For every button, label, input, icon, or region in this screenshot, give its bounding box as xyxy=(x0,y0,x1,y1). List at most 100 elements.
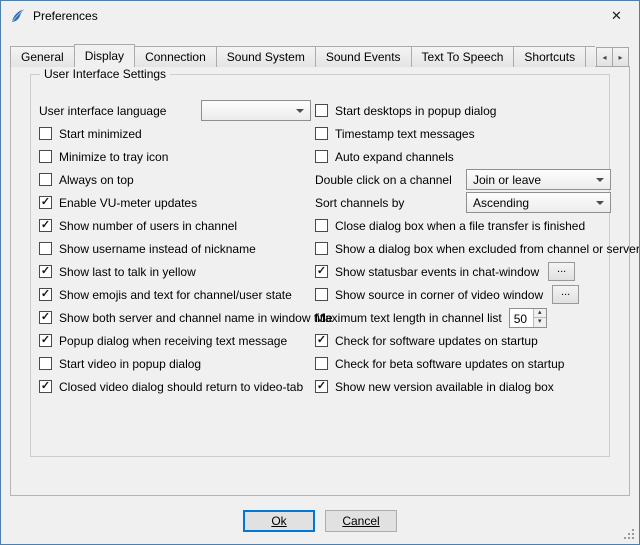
settings-row: Start video in popup dialog xyxy=(39,352,311,375)
spinner-arrows: ▴▾ xyxy=(533,309,546,327)
tab-scroll-left-icon[interactable]: ◂ xyxy=(596,47,613,67)
more-button[interactable]: ... xyxy=(552,285,579,304)
checkbox-start-minimized[interactable]: Start minimized xyxy=(39,127,142,141)
checkbox-enable-vu-meter-updates[interactable]: ✓Enable VU-meter updates xyxy=(39,196,197,210)
tab-display[interactable]: Display xyxy=(74,44,135,67)
checkbox-box[interactable] xyxy=(315,357,328,370)
user-interface-language-dropdown[interactable] xyxy=(201,100,311,121)
cancel-button[interactable]: Cancel xyxy=(325,510,397,532)
checkbox-label: Minimize to tray icon xyxy=(59,150,168,164)
checkbox-show-username-instead-of-nickname[interactable]: Show username instead of nickname xyxy=(39,242,256,256)
checkbox-label: Start minimized xyxy=(59,127,142,141)
settings-row: Start minimized xyxy=(39,122,311,145)
settings-row: Auto expand channels xyxy=(315,145,611,168)
checkbox-box[interactable]: ✓ xyxy=(39,380,52,393)
checkbox-box[interactable] xyxy=(315,288,328,301)
checkbox-show-both-server-and-channel-name-in-window-title[interactable]: ✓Show both server and channel name in wi… xyxy=(39,311,333,325)
checkbox-auto-expand-channels[interactable]: Auto expand channels xyxy=(315,150,454,164)
checkbox-box[interactable] xyxy=(315,104,328,117)
checkbox-box[interactable]: ✓ xyxy=(315,380,328,393)
checkbox-label: Show statusbar events in chat-window xyxy=(335,265,539,279)
tab-scroller: ◂ ▸ xyxy=(597,47,629,67)
tab-text-to-speech[interactable]: Text To Speech xyxy=(411,46,515,67)
tab-sound-system[interactable]: Sound System xyxy=(216,46,316,67)
settings-row: Show a dialog box when excluded from cha… xyxy=(315,237,611,260)
dropdown-sort-channels-by[interactable]: Ascending xyxy=(466,192,611,213)
checkbox-box[interactable]: ✓ xyxy=(39,219,52,232)
checkbox-show-source-in-corner-of-video-window[interactable]: Show source in corner of video window xyxy=(315,288,543,302)
checkbox-show-last-to-talk-in-yellow[interactable]: ✓Show last to talk in yellow xyxy=(39,265,196,279)
checkbox-box[interactable]: ✓ xyxy=(315,334,328,347)
checkbox-label: Show source in corner of video window xyxy=(335,288,543,302)
checkbox-box[interactable] xyxy=(315,242,328,255)
checkbox-box[interactable] xyxy=(39,173,52,186)
more-button[interactable]: ... xyxy=(548,262,575,281)
checkbox-box[interactable]: ✓ xyxy=(39,334,52,347)
checkbox-check-for-software-updates-on-startup[interactable]: ✓ Check for software updates on startup xyxy=(315,334,538,348)
combo-value: Join or leave xyxy=(473,173,592,187)
spinner-down-icon[interactable]: ▾ xyxy=(534,318,546,327)
checkbox-closed-video-dialog-should-return-to-video-tab[interactable]: ✓Closed video dialog should return to vi… xyxy=(39,380,303,394)
dropdown-double-click-on-a-channel[interactable]: Join or leave xyxy=(466,169,611,190)
combo-value: Ascending xyxy=(473,196,592,210)
settings-row: Start desktops in popup dialog xyxy=(315,99,611,122)
settings-row: Timestamp text messages xyxy=(315,122,611,145)
settings-row: ✓Closed video dialog should return to vi… xyxy=(39,375,311,398)
tab-connection[interactable]: Connection xyxy=(134,46,217,67)
tab-sound-events[interactable]: Sound Events xyxy=(315,46,412,67)
checkbox-start-video-in-popup-dialog[interactable]: Start video in popup dialog xyxy=(39,357,201,371)
checkbox-box[interactable] xyxy=(39,242,52,255)
settings-row: Check for beta software updates on start… xyxy=(315,352,611,375)
language-row: User interface language xyxy=(39,99,311,122)
checkbox-box[interactable]: ✓ xyxy=(39,311,52,324)
tab-shortcuts[interactable]: Shortcuts xyxy=(513,46,586,67)
checkbox-show-number-of-users-in-channel[interactable]: ✓ Show number of users in channel xyxy=(39,219,237,233)
settings-row: ✓ Show statusbar events in chat-window... xyxy=(315,260,611,283)
settings-row: Close dialog box when a file transfer is… xyxy=(315,214,611,237)
spinner-up-icon[interactable]: ▴ xyxy=(534,309,546,319)
app-feather-icon xyxy=(10,8,26,24)
tab-general[interactable]: General xyxy=(10,46,75,67)
checkbox-box[interactable] xyxy=(39,127,52,140)
tab-bar: GeneralDisplayConnectionSound SystemSoun… xyxy=(10,43,595,67)
checkbox-minimize-to-tray-icon[interactable]: Minimize to tray icon xyxy=(39,150,168,164)
field-label: Double click on a channel xyxy=(315,173,452,187)
close-icon[interactable]: ✕ xyxy=(594,1,639,30)
settings-row: ✓ Check for software updates on startup xyxy=(315,329,611,352)
checkbox-label: Check for software updates on startup xyxy=(335,334,538,348)
checkbox-check-for-beta-software-updates-on-startup[interactable]: Check for beta software updates on start… xyxy=(315,357,564,371)
resize-grip[interactable] xyxy=(623,528,636,541)
checkbox-box[interactable]: ✓ xyxy=(315,265,328,278)
checkbox-always-on-top[interactable]: Always on top xyxy=(39,173,134,187)
checkbox-box[interactable] xyxy=(39,357,52,370)
checkbox-box[interactable] xyxy=(315,150,328,163)
checkbox-label: Show number of users in channel xyxy=(59,219,237,233)
checkbox-label: Check for beta software updates on start… xyxy=(335,357,564,371)
checkbox-box[interactable]: ✓ xyxy=(39,196,52,209)
checkbox-box[interactable]: ✓ xyxy=(39,265,52,278)
tab-scroll-right-icon[interactable]: ▸ xyxy=(612,47,629,67)
settings-row: ✓Enable VU-meter updates xyxy=(39,191,311,214)
checkbox-label: Auto expand channels xyxy=(335,150,454,164)
checkbox-start-desktops-in-popup-dialog[interactable]: Start desktops in popup dialog xyxy=(315,104,496,118)
settings-row: ✓ Show number of users in channel xyxy=(39,214,311,237)
settings-row: ✓Show emojis and text for channel/user s… xyxy=(39,283,311,306)
user-interface-settings-group: User Interface Settings User interface l… xyxy=(30,74,610,457)
checkbox-box[interactable] xyxy=(315,127,328,140)
checkbox-label: Start video in popup dialog xyxy=(59,357,201,371)
tab-video[interactable]: Video xyxy=(585,46,595,67)
ok-button[interactable]: Ok xyxy=(243,510,315,532)
checkbox-box[interactable]: ✓ xyxy=(39,288,52,301)
settings-row: ✓Show both server and channel name in wi… xyxy=(39,306,311,329)
checkbox-timestamp-text-messages[interactable]: Timestamp text messages xyxy=(315,127,475,141)
checkbox-close-dialog-box-when-a-file-transfer-is-finished[interactable]: Close dialog box when a file transfer is… xyxy=(315,219,585,233)
checkbox-show-a-dialog-box-when-excluded-from-channel-or-server[interactable]: Show a dialog box when excluded from cha… xyxy=(315,242,640,256)
preferences-dialog: Preferences ✕ GeneralDisplayConnectionSo… xyxy=(0,0,640,545)
checkbox-box[interactable] xyxy=(39,150,52,163)
checkbox-box[interactable] xyxy=(315,219,328,232)
checkbox-show-statusbar-events-in-chat-window[interactable]: ✓ Show statusbar events in chat-window xyxy=(315,265,539,279)
checkbox-show-emojis-and-text-for-channel-user-state[interactable]: ✓Show emojis and text for channel/user s… xyxy=(39,288,292,302)
checkbox-popup-dialog-when-receiving-text-message[interactable]: ✓Popup dialog when receiving text messag… xyxy=(39,334,287,348)
checkbox-show-new-version-available-in-dialog-box[interactable]: ✓Show new version available in dialog bo… xyxy=(315,380,554,394)
spinner-maximum-text-length-in-channel-list[interactable]: 50▴▾ xyxy=(509,308,547,328)
